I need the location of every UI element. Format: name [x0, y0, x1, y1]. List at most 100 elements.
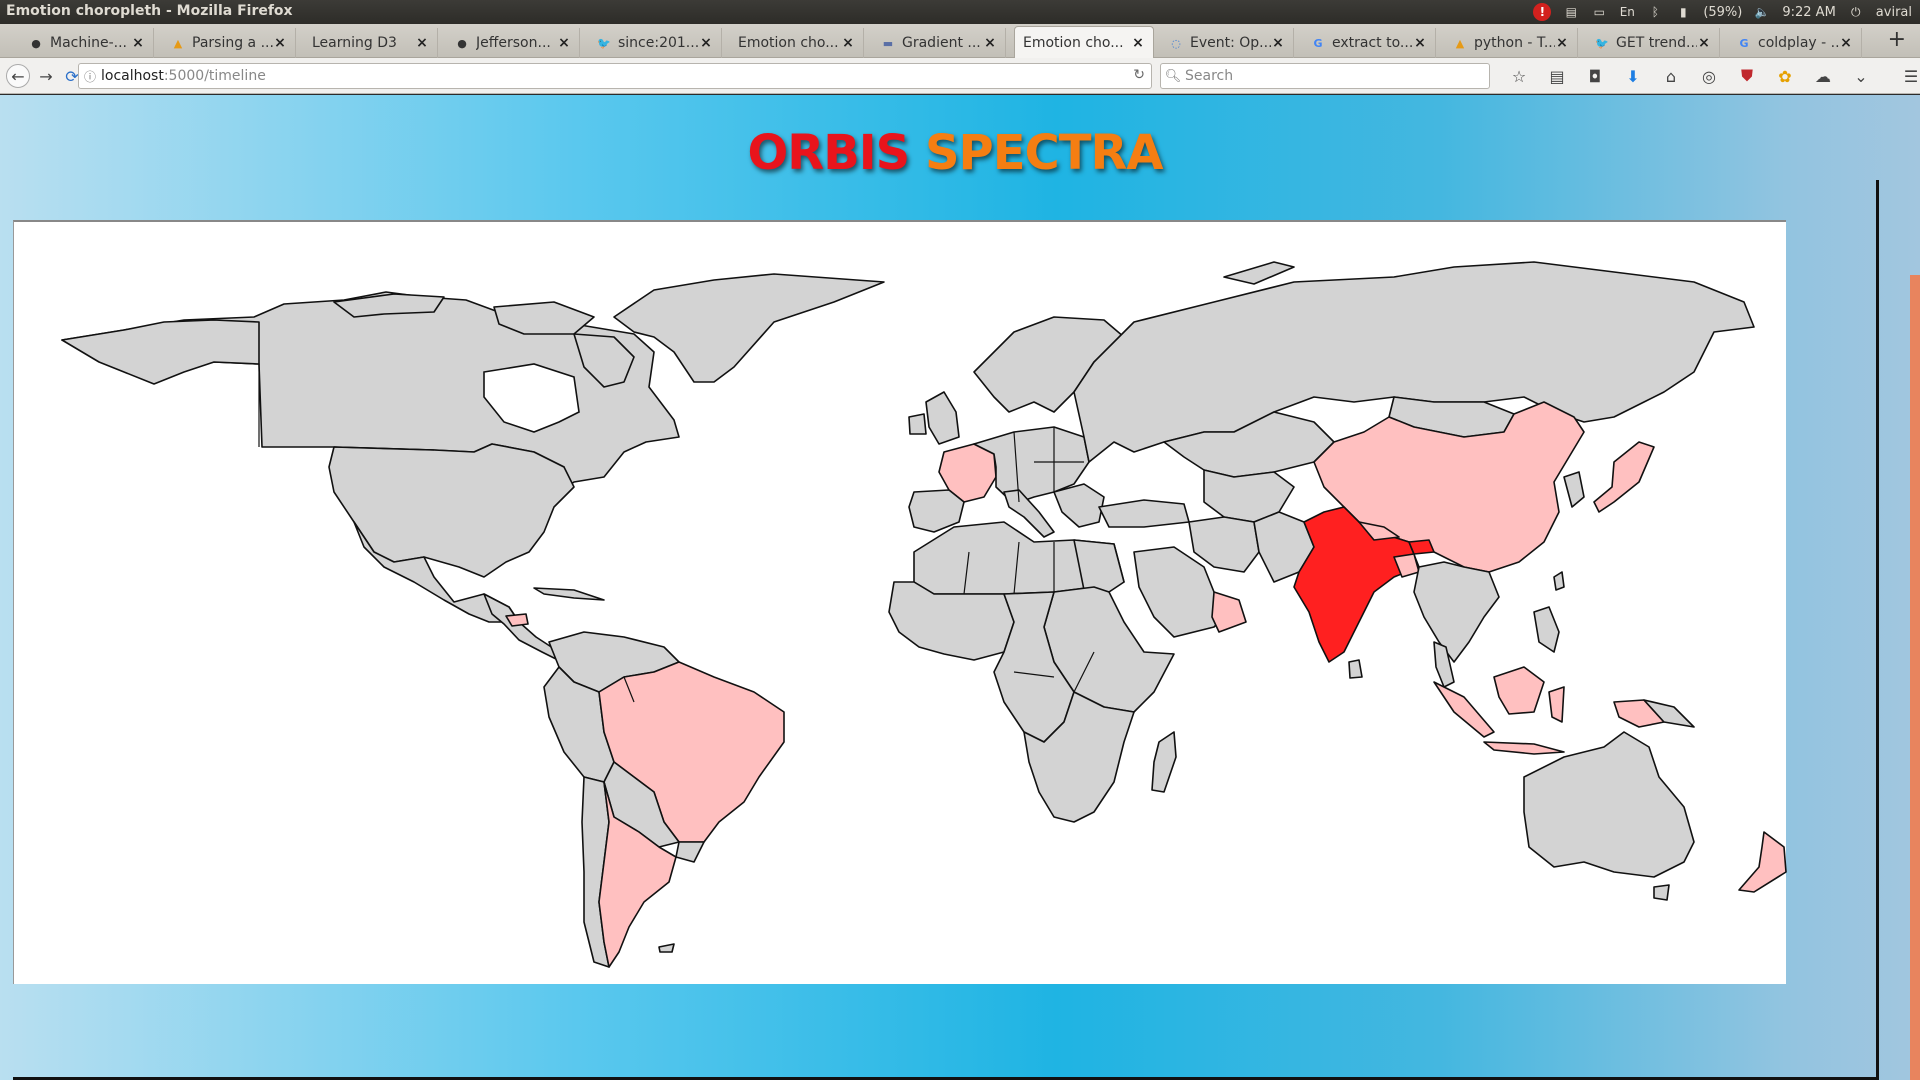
world-choropleth-map[interactable]: [14, 222, 1787, 986]
twitter-icon: 🐦: [1595, 36, 1609, 50]
close-tab-icon[interactable]: ×: [983, 35, 997, 51]
home-icon[interactable]: ⌂: [1652, 64, 1690, 88]
country-central-america[interactable]: [483, 593, 563, 663]
tab-label: Learning D3: [312, 35, 397, 51]
reload-icon[interactable]: ↻: [1133, 67, 1145, 83]
update-alert-icon[interactable]: !: [1533, 3, 1552, 21]
country-ireland[interactable]: [908, 413, 927, 435]
country-uk[interactable]: [925, 391, 960, 445]
tab-label: coldplay - ...: [1758, 35, 1839, 51]
tab-emotion-1[interactable]: Emotion cho... ×: [730, 28, 864, 58]
country-indonesia-borneo[interactable]: [1493, 666, 1545, 715]
close-tab-icon[interactable]: ×: [1697, 35, 1711, 51]
power-icon[interactable]: ⏻: [1848, 4, 1864, 20]
keyboard-layout-icon[interactable]: En: [1619, 4, 1635, 20]
close-tab-icon[interactable]: ×: [1271, 35, 1285, 51]
tab-gradient[interactable]: ▬ Gradient ... ×: [872, 28, 1006, 58]
country-bhutan[interactable]: [1408, 539, 1435, 555]
tab-python[interactable]: ▲ python - T... ×: [1444, 28, 1578, 58]
forward-button[interactable]: →: [34, 64, 58, 88]
country-balkans[interactable]: [1053, 483, 1105, 528]
tab-emotion-active[interactable]: Emotion cho... ×: [1014, 26, 1154, 59]
country-taiwan[interactable]: [1553, 571, 1565, 591]
close-tab-icon[interactable]: ×: [1413, 35, 1427, 51]
tab-coldplay[interactable]: G coldplay - ... ×: [1728, 28, 1862, 58]
country-turkey[interactable]: [1098, 499, 1190, 528]
toolbar-icons: ☆ ▤ ◘ ⬇ ⌂ ◎ ⛊ ✿ ☁ ⌄ ☰: [1500, 64, 1920, 88]
site-info-icon[interactable]: ⓘ: [79, 68, 101, 85]
country-indonesia-java[interactable]: [1483, 741, 1565, 755]
country-greenland[interactable]: [613, 273, 885, 383]
close-tab-icon[interactable]: ×: [699, 35, 713, 51]
sync-icon[interactable]: ◎: [1690, 64, 1728, 88]
country-japan[interactable]: [1593, 441, 1655, 513]
close-tab-icon[interactable]: ×: [557, 35, 571, 51]
tab-label: Gradient ...: [902, 35, 981, 51]
island-novaya-zemlya[interactable]: [1223, 261, 1295, 285]
mail-icon[interactable]: ▤: [1563, 4, 1579, 20]
tab-machine[interactable]: ● Machine-... ×: [20, 28, 154, 58]
country-new-zealand[interactable]: [1738, 831, 1787, 893]
extension-color-icon[interactable]: ✿: [1766, 64, 1804, 88]
tab-extract[interactable]: G extract to... ×: [1302, 28, 1436, 58]
country-tasmania[interactable]: [1653, 884, 1670, 901]
pocket-icon[interactable]: ◘: [1576, 64, 1614, 88]
close-tab-icon[interactable]: ×: [1131, 35, 1145, 51]
map-container: [13, 220, 1787, 986]
new-tab-button[interactable]: +: [1888, 28, 1906, 52]
close-tab-icon[interactable]: ×: [841, 35, 855, 51]
tab-label: python - T...: [1474, 35, 1555, 51]
tab-label: Jefferson...: [476, 35, 551, 51]
hamburger-menu-icon[interactable]: ☰: [1892, 64, 1920, 88]
close-tab-icon[interactable]: ×: [1555, 35, 1569, 51]
tab-jefferson[interactable]: ● Jefferson... ×: [446, 28, 580, 58]
bluetooth-icon[interactable]: ᛒ: [1647, 4, 1663, 20]
country-philippines[interactable]: [1533, 606, 1560, 653]
country-usa[interactable]: [328, 443, 575, 578]
close-tab-icon[interactable]: ×: [1839, 35, 1853, 51]
download-icon[interactable]: ⬇: [1614, 64, 1652, 88]
tab-parsing[interactable]: ▲ Parsing a ... ×: [162, 28, 296, 58]
clock[interactable]: 9:22 AM: [1782, 5, 1835, 20]
country-oman[interactable]: [1211, 591, 1247, 633]
country-indonesia-sumatra[interactable]: [1433, 681, 1495, 738]
tab-since[interactable]: 🐦 since:201... ×: [588, 28, 722, 58]
tab-label: Machine-...: [50, 35, 128, 51]
back-button[interactable]: ←: [6, 64, 30, 88]
tab-label: Emotion cho...: [1023, 35, 1124, 51]
google-icon: G: [1739, 36, 1749, 50]
url-bar[interactable]: ⓘ localhost :5000/timeline ↻: [78, 63, 1152, 89]
tab-learning-d3[interactable]: Learning D3 ×: [304, 28, 438, 58]
country-uruguay[interactable]: [675, 841, 705, 863]
close-tab-icon[interactable]: ×: [415, 35, 429, 51]
tab-event[interactable]: ◌ Event: Op... ×: [1160, 28, 1294, 58]
reading-list-icon[interactable]: ▤: [1538, 64, 1576, 88]
search-input[interactable]: 🔍︎ Search: [1160, 63, 1490, 89]
tab-label: Event: Op...: [1190, 35, 1271, 51]
bookmark-star-icon[interactable]: ☆: [1500, 64, 1538, 88]
battery-icon[interactable]: ▮: [1675, 4, 1691, 20]
battery-percent: (59%): [1703, 4, 1743, 20]
country-usa-alaska[interactable]: [61, 319, 260, 385]
island-falklands[interactable]: [658, 943, 675, 953]
country-sri-lanka[interactable]: [1348, 659, 1363, 679]
message-icon[interactable]: ▭: [1591, 4, 1607, 20]
country-iberia[interactable]: [908, 489, 965, 533]
country-korea[interactable]: [1563, 471, 1585, 508]
cloud-icon[interactable]: ☁: [1804, 64, 1842, 88]
scrollbar-thumb[interactable]: [1910, 275, 1920, 1080]
extension-menu-icon[interactable]: ⌄: [1842, 64, 1880, 88]
ublock-icon[interactable]: ⛊: [1728, 64, 1766, 88]
user-name[interactable]: aviral: [1876, 5, 1912, 20]
country-west-africa[interactable]: [888, 581, 1015, 661]
url-path: :5000/timeline: [163, 68, 266, 84]
country-southeast-asia[interactable]: [1413, 561, 1500, 663]
volume-icon[interactable]: 🔈: [1754, 4, 1770, 20]
twitter-icon: 🐦: [597, 36, 611, 50]
tab-get-trends[interactable]: 🐦 GET trend... ×: [1586, 28, 1720, 58]
country-cuba[interactable]: [533, 587, 605, 601]
country-madagascar[interactable]: [1151, 731, 1177, 793]
country-indonesia-sulawesi[interactable]: [1548, 686, 1565, 723]
close-tab-icon[interactable]: ×: [131, 35, 145, 51]
close-tab-icon[interactable]: ×: [273, 35, 287, 51]
